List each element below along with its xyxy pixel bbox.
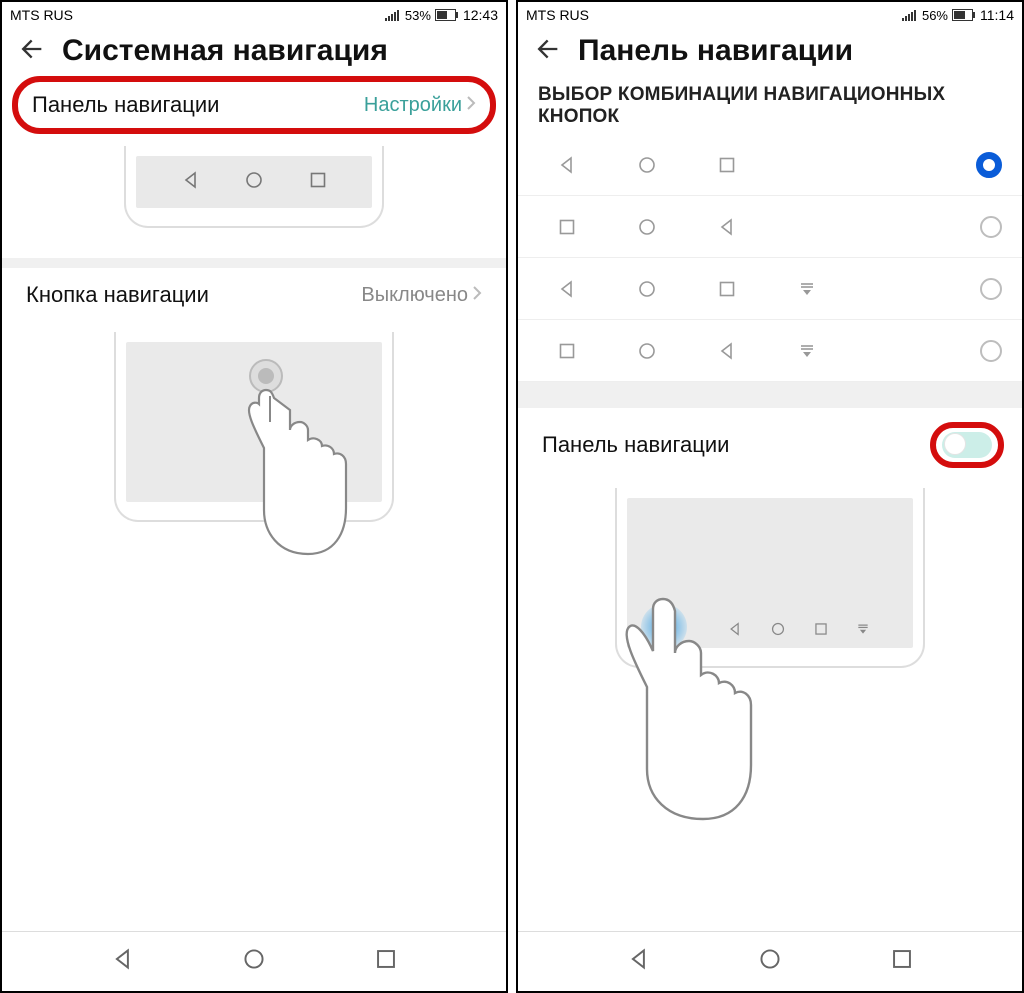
phone-mock <box>124 146 384 228</box>
content: ВЫБОР КОМБИНАЦИИ НАВИГАЦИОННЫХ КНОПОК <box>518 74 1022 931</box>
radio[interactable] <box>980 340 1002 362</box>
circle-home-icon <box>638 280 656 298</box>
circle-home-icon <box>771 622 785 641</box>
square-recent-icon <box>718 280 736 298</box>
home-button-nav[interactable] <box>759 948 781 975</box>
page-title: Панель навигации <box>578 34 853 68</box>
status-bar: MTS RUS 53% 12:43 <box>2 2 506 28</box>
radio[interactable] <box>980 278 1002 300</box>
nav-panel-row[interactable]: Панель навигации Настройки <box>12 76 496 134</box>
battery-percent: 53% <box>405 8 431 23</box>
nav-panel-toggle[interactable] <box>942 432 992 458</box>
circle-home-icon <box>638 156 656 174</box>
battery-icon <box>952 9 976 21</box>
back-button-nav[interactable] <box>628 948 650 975</box>
status-right: 53% 12:43 <box>385 7 498 23</box>
nav-button-value: Выключено <box>361 284 468 307</box>
recent-icon <box>309 171 327 194</box>
battery-percent: 56% <box>922 8 948 23</box>
carrier-label: MTS RUS <box>10 7 73 23</box>
combo-row-1[interactable] <box>518 134 1022 196</box>
toggle-highlight <box>930 422 1004 468</box>
combo-row-4[interactable] <box>518 320 1022 382</box>
screen-system-navigation: MTS RUS 53% 12:43 Системная навигация Па… <box>0 0 508 993</box>
square-recent-icon <box>558 218 576 236</box>
back-icon <box>182 171 200 194</box>
combo-section-header: ВЫБОР КОМБИНАЦИИ НАВИГАЦИОННЫХ КНОПОК <box>518 74 1022 134</box>
phone-mock-large <box>114 332 394 522</box>
clock: 12:43 <box>463 7 498 23</box>
circle-home-icon <box>638 218 656 236</box>
dropdown-icon <box>798 342 816 360</box>
back-button[interactable] <box>534 35 562 68</box>
square-recent-icon <box>718 156 736 174</box>
triangle-back-icon <box>558 156 576 174</box>
combo-row-2[interactable] <box>518 196 1022 258</box>
carrier-label: MTS RUS <box>526 7 589 23</box>
radio[interactable] <box>980 216 1002 238</box>
nav-panel-value: Настройки <box>364 94 462 117</box>
back-button-nav[interactable] <box>112 948 134 975</box>
nav-button-row[interactable]: Кнопка навигации Выключено <box>2 268 506 322</box>
toggle-knob <box>944 433 966 455</box>
nav-button-value-wrap: Выключено <box>361 284 482 307</box>
combo-icons <box>528 218 980 236</box>
combo-icons <box>528 342 980 360</box>
toggle-label: Панель навигации <box>542 432 729 458</box>
combo-row-3[interactable] <box>518 258 1022 320</box>
system-nav-bar <box>2 931 506 991</box>
radio-selected[interactable] <box>976 152 1002 178</box>
square-recent-icon <box>814 622 828 641</box>
triangle-back-icon <box>718 218 736 236</box>
title-bar: Системная навигация <box>2 28 506 74</box>
content: Панель навигации Настройки Кнопка навига… <box>2 74 506 931</box>
recent-button-nav[interactable] <box>891 948 913 975</box>
toggle-row: Панель навигации <box>518 408 1022 482</box>
battery-icon <box>435 9 459 21</box>
combo-icons <box>528 156 976 174</box>
circle-home-icon <box>638 342 656 360</box>
home-icon <box>245 171 263 194</box>
title-bar: Панель навигации <box>518 28 1022 74</box>
system-nav-bar <box>518 931 1022 991</box>
triangle-back-icon <box>718 342 736 360</box>
status-right: 56% 11:14 <box>902 7 1014 23</box>
preview-screen <box>126 342 382 502</box>
chevron-right-icon <box>472 284 482 307</box>
nav-panel-value-wrap: Настройки <box>364 94 476 117</box>
back-button[interactable] <box>18 35 46 68</box>
status-bar: MTS RUS 56% 11:14 <box>518 2 1022 28</box>
touch-target-icon <box>246 356 286 396</box>
home-button-nav[interactable] <box>243 948 265 975</box>
dropdown-icon <box>856 622 870 641</box>
preview-nav-inside <box>627 614 913 648</box>
page-title: Системная навигация <box>62 34 388 68</box>
clock: 11:14 <box>980 7 1014 23</box>
square-recent-icon <box>558 342 576 360</box>
toggle-preview <box>518 482 1022 668</box>
phone-mock-2 <box>615 488 925 668</box>
triangle-back-icon <box>558 280 576 298</box>
preview-screen-2 <box>627 498 913 648</box>
hand-icon <box>228 382 348 562</box>
preview-nav-bar <box>136 156 372 208</box>
screen-nav-panel: MTS RUS 56% 11:14 Панель навигации ВЫБОР… <box>516 0 1024 993</box>
section-gap <box>518 382 1022 408</box>
nav-panel-label: Панель навигации <box>32 92 219 118</box>
nav-button-preview <box>2 322 506 552</box>
chevron-right-icon <box>466 94 476 117</box>
recent-button-nav[interactable] <box>375 948 397 975</box>
signal-icon <box>385 9 401 21</box>
combo-icons <box>528 280 980 298</box>
nav-panel-preview <box>2 136 506 268</box>
triangle-back-icon <box>728 622 742 641</box>
signal-icon <box>902 9 918 21</box>
dropdown-icon <box>798 280 816 298</box>
nav-button-label: Кнопка навигации <box>26 282 209 308</box>
